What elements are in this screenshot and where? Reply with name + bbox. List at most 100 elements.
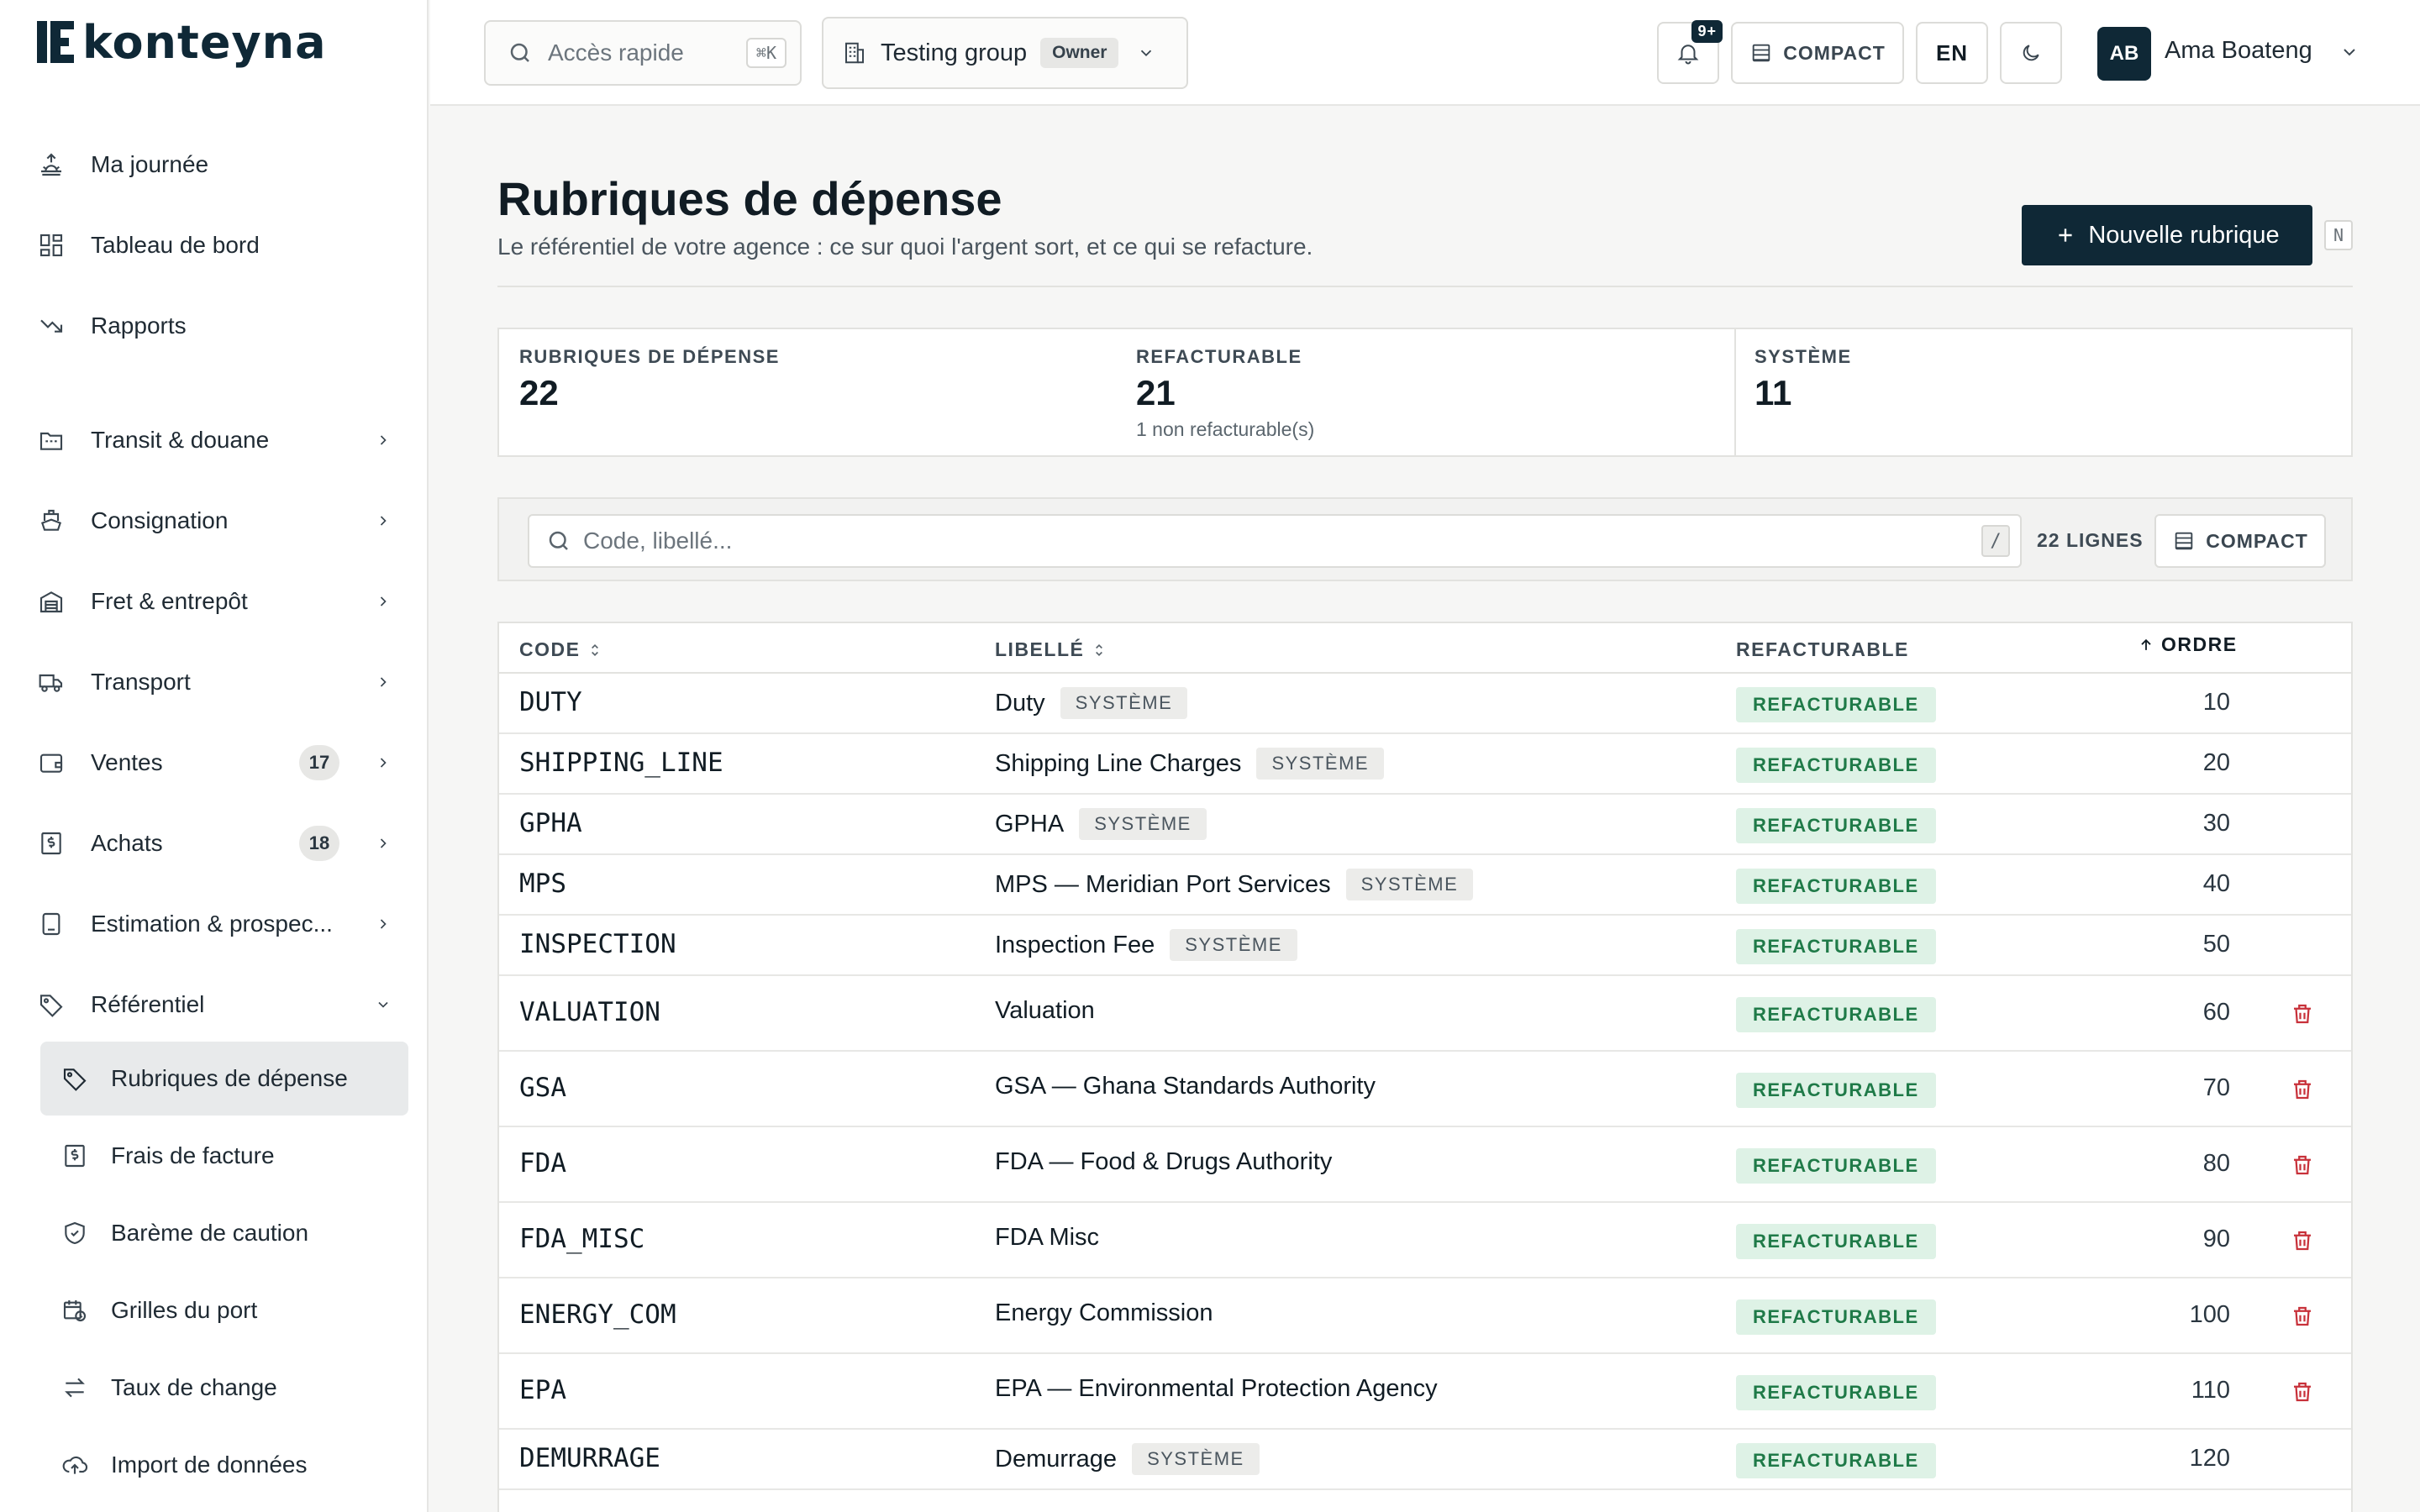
- chevron-right-icon: [373, 753, 393, 773]
- compact-toggle-button[interactable]: COMPACT: [1731, 22, 1904, 84]
- sidebar-item-rapports[interactable]: Rapports: [37, 296, 402, 356]
- filter-bar: Code, libellé... / 22 LIGNES COMPACT: [497, 497, 2353, 581]
- sidebar-item-transit-douane[interactable]: Transit & douane: [37, 410, 402, 470]
- chevron-right-icon: [373, 672, 393, 692]
- new-rubric-button[interactable]: Nouvelle rubrique: [2022, 205, 2312, 265]
- theme-toggle-button[interactable]: [2000, 22, 2062, 84]
- trash-icon[interactable]: [2289, 1076, 2316, 1103]
- sidebar-item-consignation[interactable]: Consignation: [37, 491, 402, 551]
- stats-panel: RUBRIQUES DE DÉPENSE 22 REFACTURABLE 21 …: [497, 328, 2353, 457]
- cell-label: Inspection Fee SYSTÈME: [995, 929, 1297, 961]
- trash-icon[interactable]: [2289, 1000, 2316, 1027]
- notifications-button[interactable]: 9+: [1657, 20, 1723, 84]
- column-header-order[interactable]: ORDRE: [2138, 633, 2238, 656]
- sidebar-item-ma-journee[interactable]: Ma journée: [37, 134, 402, 195]
- language-button[interactable]: EN: [1916, 22, 1988, 84]
- table-row[interactable]: EPA EPA — Environmental Protection Agency…: [499, 1354, 2351, 1430]
- sidebar-subitem-label: Frais de facture: [111, 1142, 275, 1168]
- table-row[interactable]: SHIPPING_LINE Shipping Line Charges SYSTÈM…: [499, 734, 2351, 795]
- label-text: Energy Commission: [995, 1299, 1213, 1326]
- refacturable-badge: REFACTURABLE: [1736, 808, 1936, 843]
- cell-label: Duty SYSTÈME: [995, 687, 1188, 719]
- chevron-down-icon: [373, 995, 393, 1015]
- search-icon: [508, 40, 533, 66]
- table-row[interactable]: DUTY Duty SYSTÈME REFACTURABLE 10: [499, 674, 2351, 734]
- system-badge: SYSTÈME: [1256, 748, 1385, 780]
- compact-toggle-button[interactable]: COMPACT: [2154, 514, 2326, 568]
- bell-icon: [1676, 40, 1701, 66]
- group-switcher[interactable]: Testing group Owner: [822, 17, 1188, 89]
- stat-system: SYSTÈME 11: [1754, 346, 1852, 413]
- cloud-upload-icon: [60, 1451, 89, 1479]
- sidebar-subitem-bareme-caution[interactable]: Barème de caution: [40, 1196, 408, 1270]
- cell-label: Shipping Line Charges SYSTÈME: [995, 748, 1385, 780]
- refacturable-badge: REFACTURABLE: [1736, 1148, 1936, 1184]
- sidebar-item-tableau-de-bord[interactable]: Tableau de bord: [37, 215, 402, 276]
- trash-icon[interactable]: [2289, 1378, 2316, 1405]
- table-row[interactable]: GSA GSA — Ghana Standards Authority REFACT…: [499, 1052, 2351, 1127]
- table-row[interactable]: FDA FDA — Food & Drugs Authority REFACTURA…: [499, 1127, 2351, 1203]
- sidebar-subitem-taux-change[interactable]: Taux de change: [40, 1351, 408, 1425]
- avatar[interactable]: AB: [2097, 27, 2151, 81]
- table-row[interactable]: GPHA GPHA SYSTÈME REFACTURABLE 30: [499, 795, 2351, 855]
- sidebar-item-label: Ventes: [91, 749, 163, 775]
- exchange-icon: [60, 1373, 89, 1402]
- quick-access-search[interactable]: Accès rapide ⌘K: [484, 20, 802, 86]
- table-row[interactable]: INSPECTION Inspection Fee SYSTÈME REFACTURA…: [499, 916, 2351, 976]
- sidebar-subitem-import-donnees[interactable]: Import de données: [40, 1428, 408, 1502]
- trash-icon[interactable]: [2289, 1227, 2316, 1254]
- trash-icon[interactable]: [2289, 1303, 2316, 1330]
- sidebar-item-fret-entrepot[interactable]: Fret & entrepôt: [37, 571, 402, 632]
- table-row[interactable]: MPS MPS — Meridian Port Services SYSTÈME RE…: [499, 855, 2351, 916]
- column-header-code[interactable]: CODE: [519, 638, 603, 661]
- column-label: ORDRE: [2161, 633, 2238, 655]
- cell-label: Energy Commission: [995, 1299, 1213, 1327]
- chevron-down-icon[interactable]: [2339, 42, 2360, 66]
- sidebar-subitem-frais-facture[interactable]: Frais de facture: [40, 1119, 408, 1193]
- warehouse-icon: [37, 587, 66, 616]
- chevron-down-icon: [1137, 44, 1155, 62]
- table-row[interactable]: ENERGY_COM Energy Commission REFACTURABLE 1…: [499, 1278, 2351, 1354]
- search-input[interactable]: Code, libellé... /: [528, 514, 2022, 568]
- system-badge: SYSTÈME: [1132, 1443, 1260, 1475]
- search-placeholder: Code, libellé...: [583, 528, 733, 554]
- truck-icon: [37, 668, 66, 696]
- sidebar-item-ventes[interactable]: Ventes 17: [37, 732, 402, 793]
- compact-label: COMPACT: [2206, 529, 2308, 552]
- brand-logo[interactable]: konteyna: [37, 15, 327, 69]
- sidebar-subitem-grilles-port[interactable]: Grilles du port: [40, 1273, 408, 1347]
- sidebar-item-transport[interactable]: Transport: [37, 652, 402, 712]
- chevron-right-icon: [373, 914, 393, 934]
- ship-icon: [37, 507, 66, 535]
- sidebar-item-achats[interactable]: Achats 18: [37, 813, 402, 874]
- cell-label: EPA — Environmental Protection Agency: [995, 1375, 1438, 1403]
- brand-name: konteyna: [82, 15, 327, 69]
- system-badge: SYSTÈME: [1170, 929, 1297, 961]
- sidebar-subitem-rubriques[interactable]: Rubriques de dépense: [40, 1042, 408, 1116]
- cell-code: DEMURRAGE: [519, 1443, 660, 1473]
- wallet-icon: [37, 748, 66, 777]
- cell-order: 100: [2189, 1301, 2230, 1328]
- sidebar-subitem-label: Barème de caution: [111, 1220, 309, 1246]
- refacturable-badge: REFACTURABLE: [1736, 1073, 1936, 1108]
- building-icon: [842, 40, 867, 66]
- sidebar-item-label: Rapports: [91, 312, 187, 339]
- label-text: GPHA: [995, 810, 1065, 837]
- column-header-label[interactable]: LIBELLÉ: [995, 638, 1107, 661]
- user-name[interactable]: Ama Boateng: [2165, 37, 2312, 65]
- table-row[interactable]: VALUATION Valuation REFACTURABLE 60: [499, 976, 2351, 1052]
- cell-order: 50: [2202, 931, 2230, 958]
- sidebar-item-estimation[interactable]: Estimation & prospec...: [37, 894, 402, 954]
- sidebar: konteyna Ma journée Tableau de bord Rapp…: [0, 0, 429, 1512]
- table-row[interactable]: DEMURRAGE Demurrage SYSTÈME REFACTURABLE 120: [499, 1430, 2351, 1490]
- cell-order: 60: [2202, 999, 2230, 1026]
- cell-order: 40: [2202, 870, 2230, 897]
- cell-order: 70: [2202, 1074, 2230, 1101]
- trash-icon[interactable]: [2289, 1152, 2316, 1179]
- cell-code: FDA: [519, 1148, 566, 1179]
- sidebar-subitem-label: Import de données: [111, 1452, 308, 1478]
- tag-icon: [37, 990, 66, 1019]
- expense-table: CODE LIBELLÉ REFACTURABLE ORDRE DUTY Duty…: [497, 622, 2353, 1512]
- sidebar-item-referentiel[interactable]: Référentiel: [37, 974, 402, 1035]
- table-row[interactable]: FDA_MISC FDA Misc REFACTURABLE 90: [499, 1203, 2351, 1278]
